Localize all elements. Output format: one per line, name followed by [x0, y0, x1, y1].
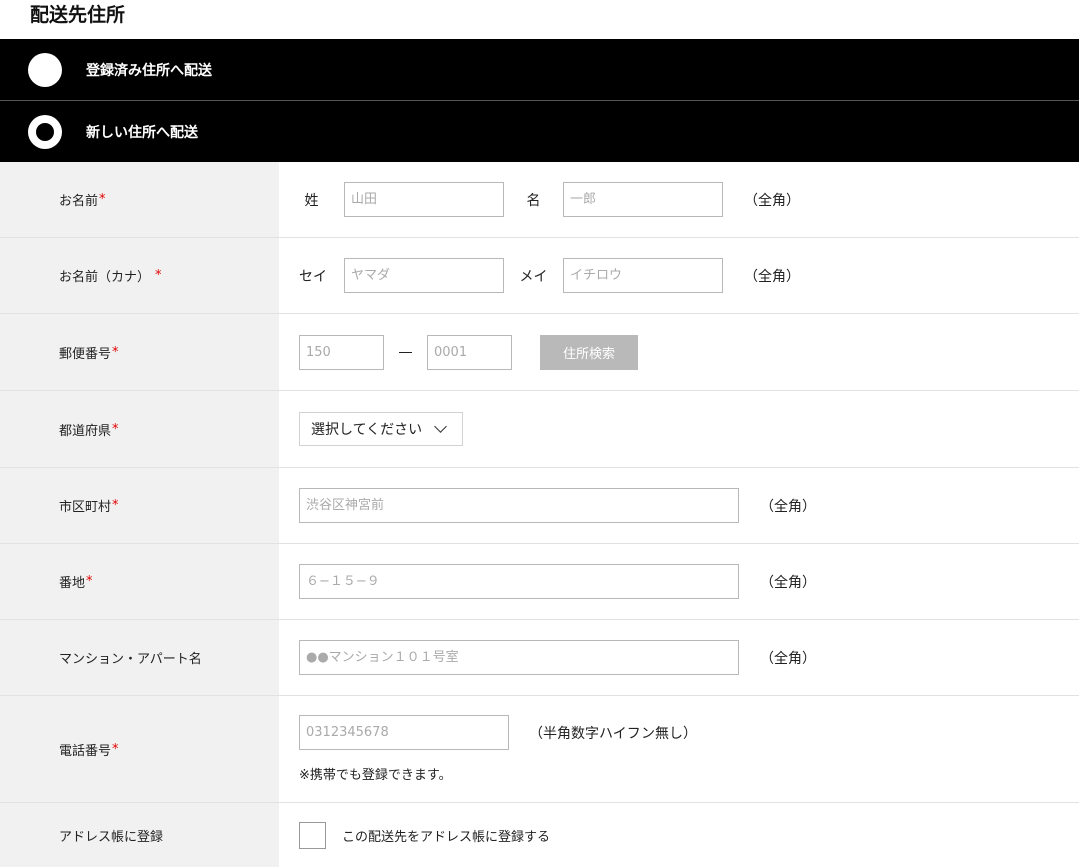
- label-prefecture: 都道府県 *: [0, 391, 279, 467]
- postal-dash: [399, 351, 412, 353]
- label-kana: お名前（カナ） *: [0, 238, 279, 313]
- row-kana: お名前（カナ） * セイ メイ （全角）: [0, 238, 1079, 314]
- option-new-address-label: 新しい住所へ配送: [86, 124, 198, 141]
- phone-input[interactable]: [299, 715, 509, 750]
- last-name-kana-input[interactable]: [344, 258, 504, 293]
- radio-registered-address[interactable]: [28, 52, 62, 87]
- first-name-kana-label: メイ: [519, 268, 548, 285]
- kana-note: （全角）: [744, 268, 800, 285]
- row-postal: 郵便番号* 住所検索: [0, 314, 1079, 391]
- radio-new-address[interactable]: [28, 114, 62, 149]
- city-note: （全角）: [760, 498, 816, 515]
- required-mark: *: [112, 344, 119, 360]
- row-address-book: アドレス帳に登録 この配送先をアドレス帳に登録する: [0, 803, 1079, 867]
- required-mark: *: [112, 498, 119, 513]
- label-street-text: 番地: [59, 576, 86, 591]
- first-name-label: 名: [526, 192, 541, 209]
- address-search-button[interactable]: 住所検索: [540, 334, 638, 370]
- postal-code-part2[interactable]: [427, 334, 512, 370]
- building-note: （全角）: [760, 650, 816, 667]
- prefecture-select[interactable]: 選択してください: [299, 412, 463, 446]
- label-building-text: マンション・アパート名: [59, 652, 202, 667]
- label-city: 市区町村 *: [0, 468, 279, 543]
- row-phone: 電話番号* （半角数字ハイフン無し） ※携帯でも登録できます。: [0, 696, 1079, 803]
- row-name: お名前* 姓 名 （全角）: [0, 162, 1079, 238]
- city-input[interactable]: [299, 488, 739, 523]
- last-name-input[interactable]: [344, 182, 504, 217]
- label-street: 番地 *: [0, 544, 279, 619]
- label-name-text: お名前: [59, 194, 99, 209]
- label-phone-text: 電話番号: [59, 743, 112, 759]
- address-book-checkbox-label[interactable]: この配送先をアドレス帳に登録する: [342, 826, 550, 845]
- label-city-text: 市区町村: [59, 500, 112, 515]
- phone-sub-note: ※携帯でも登録できます。: [299, 768, 452, 783]
- street-note: （全角）: [760, 574, 816, 591]
- label-postal-text: 郵便番号: [59, 346, 112, 362]
- chevron-down-icon: [434, 420, 448, 433]
- row-street: 番地* （全角）: [0, 544, 1079, 620]
- street-input[interactable]: [299, 564, 739, 599]
- required-mark: *: [99, 192, 106, 207]
- required-mark: *: [86, 574, 93, 589]
- prefecture-select-value: 選択してください: [311, 422, 423, 438]
- last-name-label: 姓: [304, 192, 319, 209]
- page-title: 配送先住所: [30, 4, 126, 26]
- label-postal: 郵便番号 *: [0, 314, 279, 390]
- option-registered-address[interactable]: 登録済み住所へ配送: [0, 39, 1079, 100]
- phone-note: （半角数字ハイフン無し）: [529, 725, 697, 742]
- label-prefecture-text: 都道府県: [59, 423, 112, 439]
- last-name-kana-label: セイ: [299, 268, 327, 285]
- label-kana-text: お名前（カナ）: [59, 270, 151, 285]
- first-name-kana-input[interactable]: [563, 258, 723, 293]
- row-prefecture: 都道府県 * 選択してください: [0, 391, 1079, 468]
- address-book-checkbox[interactable]: [299, 821, 326, 849]
- row-city: 市区町村* （全角）: [0, 468, 1079, 544]
- label-phone: 電話番号 *: [0, 696, 279, 802]
- label-name: お名前 *: [0, 162, 279, 237]
- name-note: （全角）: [744, 192, 800, 209]
- building-input[interactable]: [299, 640, 739, 675]
- first-name-input[interactable]: [563, 182, 723, 217]
- label-address-book: アドレス帳に登録: [0, 803, 279, 867]
- required-mark: *: [112, 421, 119, 437]
- postal-code-part1[interactable]: [299, 334, 384, 370]
- row-building: マンション・アパート名 （全角）: [0, 620, 1079, 696]
- label-address-book-text: アドレス帳に登録: [59, 829, 164, 845]
- option-new-address[interactable]: 新しい住所へ配送: [0, 100, 1079, 162]
- label-building: マンション・アパート名: [0, 620, 279, 695]
- option-registered-address-label: 登録済み住所へ配送: [86, 62, 212, 79]
- required-mark: *: [112, 741, 119, 757]
- required-mark: *: [155, 268, 162, 283]
